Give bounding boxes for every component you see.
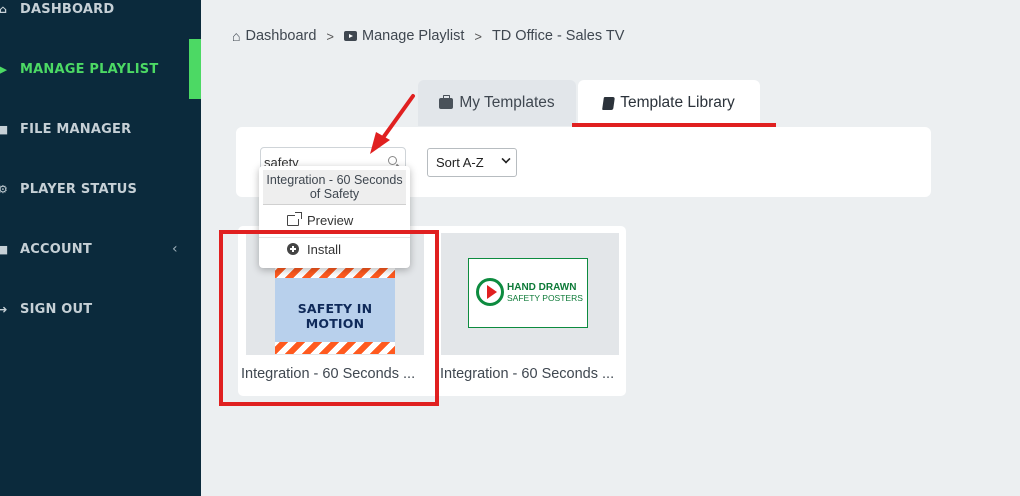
- sidebar-item-manage-playlist[interactable]: ▶ MANAGE PLAYLIST: [0, 39, 201, 99]
- thumbnail-text: HAND DRAWN: [507, 282, 577, 293]
- sidebar-item-label: DASHBOARD: [20, 1, 115, 17]
- book-icon: [602, 96, 616, 110]
- sidebar: ⌂ DASHBOARD ▶ MANAGE PLAYLIST ■ FILE MAN…: [0, 0, 201, 496]
- briefcase-icon: [439, 94, 454, 109]
- home-icon: ⌂: [232, 28, 241, 44]
- sidebar-item-sign-out[interactable]: ➜ SIGN OUT: [0, 279, 201, 339]
- external-link-icon: [287, 211, 302, 226]
- thumbnail-subtext: SAFETY POSTERS: [507, 293, 583, 303]
- sidebar-item-player-status[interactable]: ⚙ PLAYER STATUS: [0, 159, 201, 219]
- breadcrumb-dashboard[interactable]: Dashboard: [245, 28, 316, 44]
- breadcrumb-manage-playlist[interactable]: Manage Playlist: [362, 28, 464, 44]
- tab-label: My Templates: [459, 94, 555, 111]
- tab-template-library[interactable]: Template Library: [578, 80, 760, 126]
- menu-item-label: Preview: [307, 212, 354, 228]
- play-icon: ▶: [0, 62, 8, 76]
- sidebar-item-dashboard[interactable]: ⌂ DASHBOARD: [0, 0, 201, 39]
- sort-select[interactable]: Sort A-Z: [427, 148, 517, 177]
- sidebar-item-label: MANAGE PLAYLIST: [20, 61, 159, 77]
- breadcrumb: ⌂ Dashboard > Manage Playlist > TD Offic…: [232, 28, 624, 44]
- breadcrumb-current: TD Office - Sales TV: [491, 28, 625, 44]
- tab-my-templates[interactable]: My Templates: [418, 80, 576, 126]
- sidebar-item-label: ACCOUNT: [20, 241, 92, 257]
- template-thumbnail: HAND DRAWN SAFETY POSTERS: [468, 258, 588, 328]
- annotation-arrow: [370, 94, 415, 154]
- folder-icon: ■: [0, 122, 9, 136]
- sidebar-item-label: FILE MANAGER: [20, 121, 132, 137]
- briefcase-icon: ■: [0, 242, 9, 256]
- sidebar-item-label: SIGN OUT: [20, 301, 93, 317]
- cogs-icon: ⚙: [0, 182, 9, 196]
- template-title[interactable]: Integration - 60 Seconds ...: [440, 366, 630, 382]
- breadcrumb-separator: >: [474, 28, 482, 44]
- sidebar-item-label: PLAYER STATUS: [20, 181, 138, 197]
- sort-selected-value: Sort A-Z: [436, 155, 484, 170]
- breadcrumb-separator: >: [326, 28, 334, 44]
- annotation-highlight-box: [219, 230, 439, 406]
- home-icon: ⌂: [0, 2, 8, 16]
- logo-icon: [476, 278, 504, 306]
- template-card[interactable]: HAND DRAWN SAFETY POSTERS: [441, 233, 619, 355]
- active-indicator: [189, 39, 201, 99]
- sidebar-item-file-manager[interactable]: ■ FILE MANAGER: [0, 99, 201, 159]
- play-icon: [344, 31, 357, 41]
- chevron-left-icon[interactable]: ‹: [172, 241, 178, 257]
- sidebar-item-account[interactable]: ■ ACCOUNT ‹: [0, 219, 201, 279]
- tab-label: Template Library: [620, 94, 735, 111]
- chevron-down-icon: [501, 154, 511, 164]
- main-content: ⌂ Dashboard > Manage Playlist > TD Offic…: [201, 0, 1020, 496]
- sign-out-icon: ➜: [0, 302, 8, 316]
- popup-title: Integration - 60 Seconds of Safety: [263, 170, 406, 205]
